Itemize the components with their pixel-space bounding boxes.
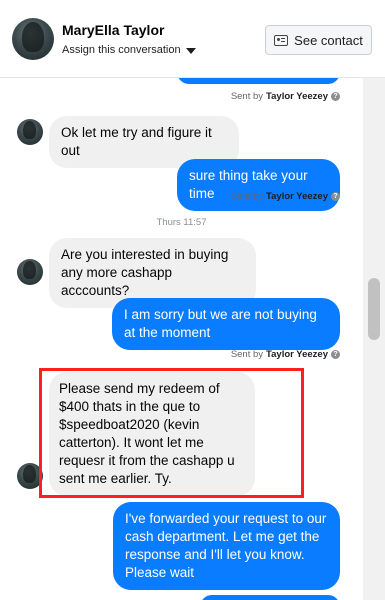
thread-scrollbar[interactable]	[363, 78, 385, 600]
message-bubble-outgoing: sure thing take your time	[177, 159, 340, 211]
agent-name: Taylor Yeezey	[266, 349, 328, 360]
contact-avatar[interactable]	[12, 18, 54, 60]
message-thread[interactable]: Sent by Taylor Yeezey ? Ok let me try an…	[0, 78, 363, 600]
sent-by-prefix: Sent by	[230, 91, 264, 102]
sent-by-prefix: Sent by	[230, 349, 264, 360]
message-bubble-outgoing: I am sorry but we are not buying at the …	[112, 298, 340, 350]
assign-conversation-label: Assign this conversation	[62, 44, 181, 56]
scrollbar-thumb[interactable]	[368, 278, 380, 340]
sent-by-label: Sent by Taylor Yeezey ?	[231, 91, 340, 102]
contact-mini-avatar	[17, 259, 43, 285]
help-icon[interactable]: ?	[331, 350, 340, 359]
conversation-header: MaryElla Taylor Assign this conversation…	[0, 0, 385, 78]
time-divider: Thurs 11:57	[156, 217, 207, 228]
contact-mini-avatar	[17, 119, 43, 145]
see-contact-button[interactable]: See contact	[265, 25, 372, 55]
help-icon[interactable]: ?	[331, 92, 340, 101]
contact-card-icon	[274, 34, 289, 46]
agent-name: Taylor Yeezey	[266, 191, 328, 202]
highlight-annotation-box	[39, 368, 304, 498]
contact-name[interactable]: MaryElla Taylor	[62, 22, 164, 38]
see-contact-label: See contact	[294, 32, 363, 48]
agent-name: Taylor Yeezey	[266, 91, 328, 102]
message-bubble-outgoing-partial	[200, 595, 340, 600]
help-icon[interactable]: ?	[331, 192, 340, 201]
assign-conversation-dropdown[interactable]: Assign this conversation	[62, 44, 196, 56]
message-bubble-outgoing-partial	[177, 78, 340, 84]
sent-by-label: Sent by Taylor Yeezey ?	[231, 349, 340, 360]
message-bubble-outgoing: I've forwarded your request to our cash …	[113, 502, 340, 590]
caret-down-icon	[185, 47, 196, 54]
sent-by-prefix: Sent by	[230, 191, 264, 202]
sent-by-label: Sent by Taylor Yeezey ?	[231, 191, 340, 202]
